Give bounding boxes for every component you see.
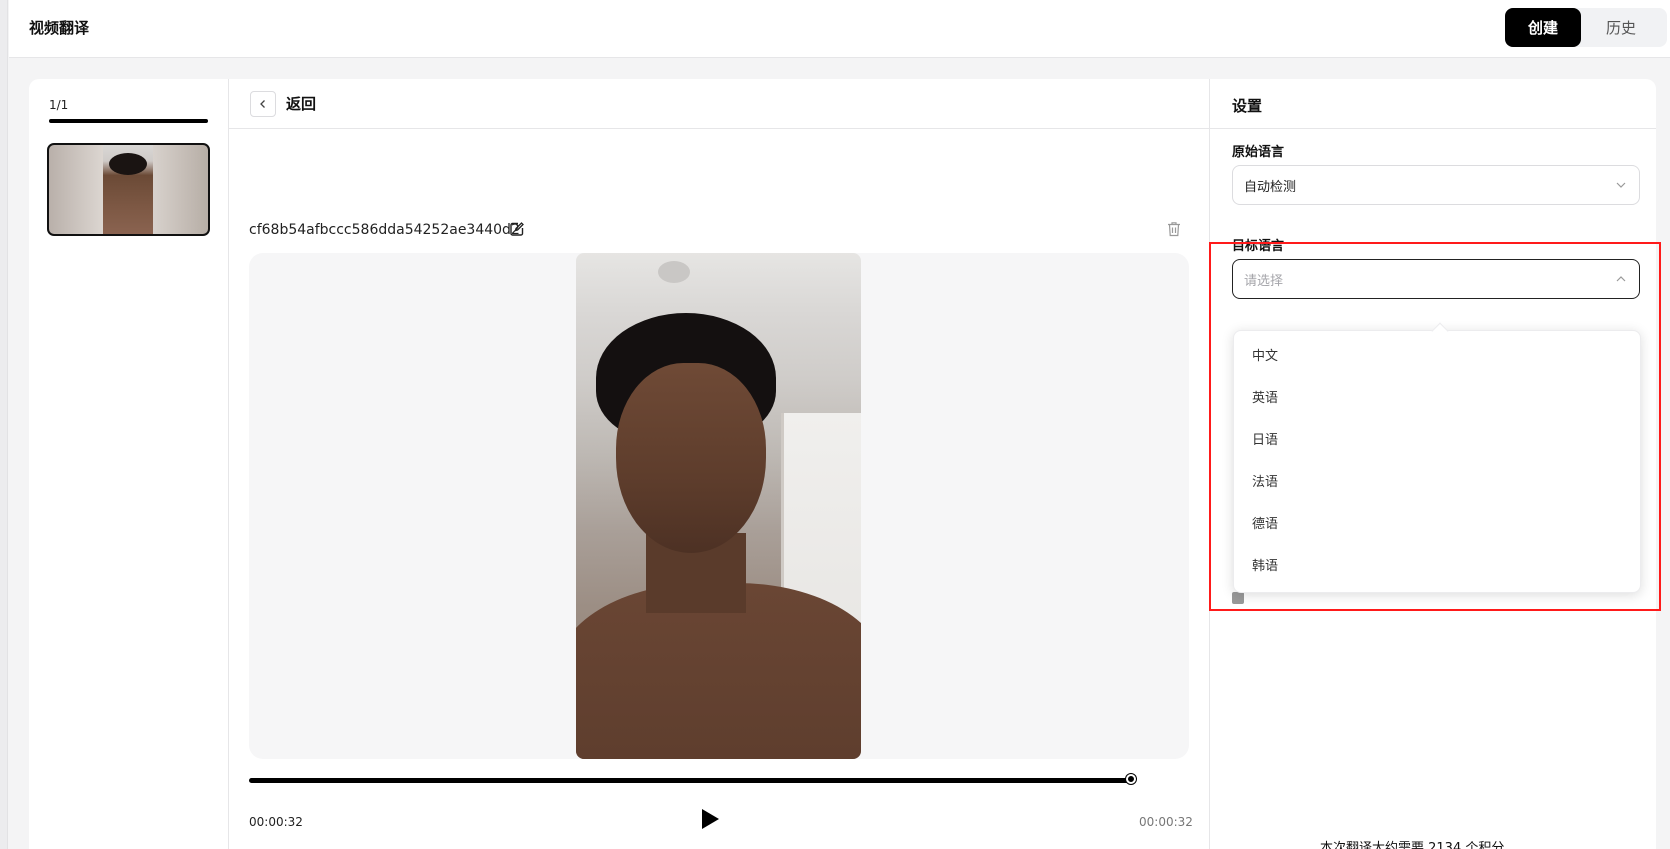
person-face xyxy=(616,363,766,553)
mode-switch: 创建 历史 xyxy=(1505,8,1667,47)
playback-progress-bar[interactable] xyxy=(249,778,1132,783)
video-thumbnail[interactable] xyxy=(47,143,210,236)
language-option-japanese[interactable]: 日语 xyxy=(1234,417,1640,459)
source-language-label: 原始语言 xyxy=(1232,145,1285,160)
playback-scrubber[interactable] xyxy=(1126,774,1136,784)
main-card: 1/1 返回 cf68b54afbccc586dda54252ae3440d2 xyxy=(29,79,1656,849)
page-counter: 1/1 xyxy=(49,98,69,112)
back-button[interactable] xyxy=(250,91,276,117)
thumbnail-panel: 1/1 xyxy=(29,79,229,849)
language-option-german[interactable]: 德语 xyxy=(1234,501,1640,543)
edit-icon[interactable] xyxy=(509,221,525,241)
target-language-label: 目标语言 xyxy=(1232,239,1285,254)
target-language-placeholder: 请选择 xyxy=(1244,273,1284,289)
page-progress-bar xyxy=(49,119,208,123)
ceiling-light xyxy=(658,261,690,283)
video-frame xyxy=(576,253,861,759)
cost-note: 本次翻译大约需要 2134 个积分 xyxy=(1320,841,1505,849)
target-language-dropdown: 中文 英语 日语 法语 德语 韩语 xyxy=(1233,322,1641,593)
chevron-up-icon xyxy=(1616,276,1626,282)
play-icon xyxy=(702,809,719,829)
language-option-english[interactable]: 英语 xyxy=(1234,375,1640,417)
thumbnail-detail xyxy=(109,153,147,175)
file-name: cf68b54afbccc586dda54252ae3440d2 xyxy=(249,222,520,238)
total-time: 00:00:32 xyxy=(1139,815,1193,829)
settings-panel: 设置 原始语言 自动检测 目标语言 请选择 中文 英语 日语 法语 德语 韩语 xyxy=(1210,79,1656,849)
settings-title: 设置 xyxy=(1232,97,1263,115)
current-time: 00:00:32 xyxy=(249,815,303,829)
hidden-checkbox[interactable] xyxy=(1232,592,1244,604)
left-strip xyxy=(0,0,8,849)
history-tab[interactable]: 历史 xyxy=(1583,8,1659,47)
settings-header: 设置 xyxy=(1210,79,1656,129)
create-tab[interactable]: 创建 xyxy=(1505,8,1581,47)
top-bar: 视频翻译 创建 历史 xyxy=(9,0,1670,58)
language-option-french[interactable]: 法语 xyxy=(1234,459,1640,501)
video-player[interactable] xyxy=(249,253,1189,759)
app-title: 视频翻译 xyxy=(29,19,90,37)
language-option-korean[interactable]: 韩语 xyxy=(1234,543,1640,585)
editor-header: 返回 xyxy=(229,79,1210,129)
play-button[interactable] xyxy=(699,807,721,835)
target-language-select[interactable]: 请选择 xyxy=(1232,259,1640,299)
back-label[interactable]: 返回 xyxy=(286,93,316,114)
language-option-chinese[interactable]: 中文 xyxy=(1234,333,1640,375)
chevron-down-icon xyxy=(1616,182,1626,188)
chevron-left-icon xyxy=(260,100,265,108)
source-language-value: 自动检测 xyxy=(1244,179,1297,195)
delete-icon[interactable] xyxy=(1167,221,1181,241)
video-editor: 返回 cf68b54afbccc586dda54252ae3440d2 00:0… xyxy=(229,79,1210,849)
source-language-select[interactable]: 自动检测 xyxy=(1232,165,1640,205)
